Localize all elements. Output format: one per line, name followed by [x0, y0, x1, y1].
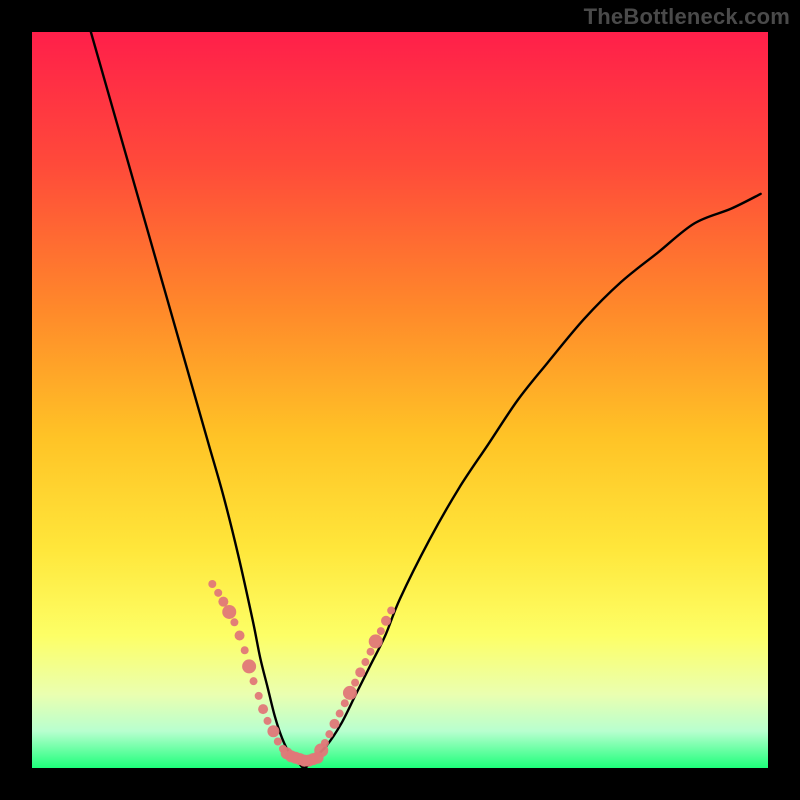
marker-dot: [351, 679, 359, 687]
marker-dot: [341, 699, 349, 707]
gradient-background: [32, 32, 768, 768]
marker-dot: [222, 605, 236, 619]
chart-svg: [32, 32, 768, 768]
marker-dot: [250, 677, 258, 685]
marker-dot: [355, 667, 365, 677]
marker-dot: [214, 589, 222, 597]
marker-dot: [321, 739, 329, 747]
marker-dot: [235, 631, 245, 641]
chart-frame: TheBottleneck.com: [0, 0, 800, 800]
marker-dot: [367, 648, 375, 656]
marker-dot: [264, 717, 272, 725]
marker-dot: [267, 725, 279, 737]
marker-dot: [255, 692, 263, 700]
marker-dot: [369, 634, 383, 648]
marker-dot: [329, 719, 339, 729]
marker-dot: [387, 606, 395, 614]
marker-dot: [274, 738, 282, 746]
marker-dot: [241, 646, 249, 654]
marker-dot: [325, 730, 333, 738]
marker-dot: [343, 686, 357, 700]
plot-area: [32, 32, 768, 768]
marker-dot: [377, 627, 385, 635]
marker-dot: [336, 710, 344, 718]
marker-dot: [230, 618, 238, 626]
marker-dot: [208, 580, 216, 588]
marker-dot: [218, 597, 228, 607]
marker-dot: [361, 658, 369, 666]
marker-dot: [242, 659, 256, 673]
watermark-text: TheBottleneck.com: [584, 4, 790, 30]
marker-dot: [258, 704, 268, 714]
marker-dot: [381, 616, 391, 626]
